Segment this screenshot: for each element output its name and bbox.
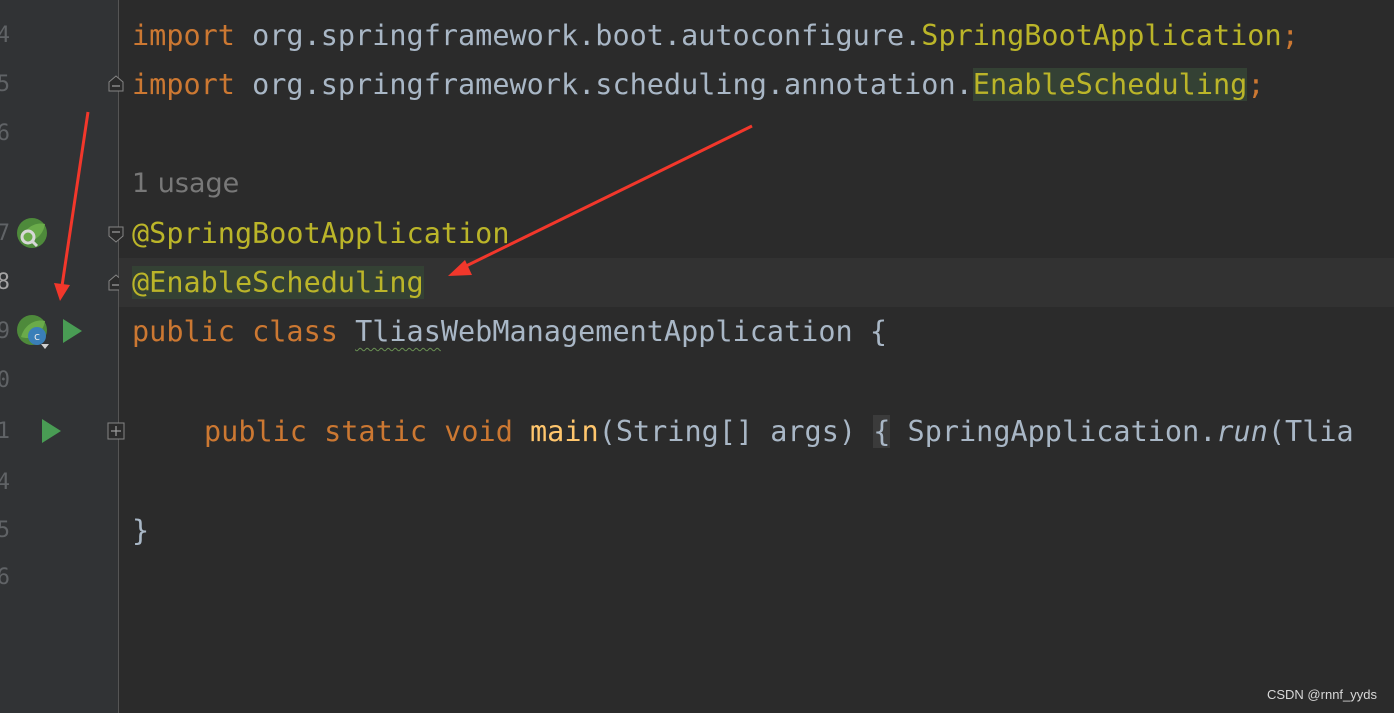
semicolon: ; bbox=[1281, 19, 1299, 52]
line-number: 0 bbox=[0, 368, 10, 393]
line-number: 4 bbox=[0, 23, 10, 48]
code-line-main-method: public static void main(String[] args) {… bbox=[204, 407, 1354, 456]
line-number: 9 bbox=[0, 319, 10, 344]
class-name: WebManagementApplication bbox=[440, 315, 853, 348]
code-editor[interactable]: 4 5 6 7 8 9 0 1 4 5 6 c import org.sprin… bbox=[0, 0, 1394, 713]
folded-brace[interactable]: { bbox=[873, 415, 891, 448]
method-body: (Tlia bbox=[1267, 415, 1354, 448]
code-line-class-declaration: public class TliasWebManagementApplicati… bbox=[132, 307, 887, 356]
svg-text:c: c bbox=[34, 330, 40, 343]
line-number: 5 bbox=[0, 518, 10, 543]
keyword: void bbox=[427, 415, 531, 448]
line-number: 6 bbox=[0, 565, 10, 590]
watermark: CSDN @rnnf_yyds bbox=[1266, 687, 1377, 702]
class-reference: SpringBootApplication bbox=[921, 19, 1282, 52]
class-reference-highlighted: EnableScheduling bbox=[972, 68, 1248, 101]
method-body: SpringApplication. bbox=[890, 415, 1217, 448]
class-name-typo: Tlias bbox=[355, 315, 441, 348]
code-line-annotation: @EnableScheduling bbox=[132, 258, 424, 307]
spring-bean-search-icon[interactable] bbox=[15, 216, 49, 250]
parameters: (String[] args) bbox=[598, 415, 874, 448]
spring-bean-run-icon[interactable]: c bbox=[15, 313, 53, 351]
code-line-import: import org.springframework.scheduling.an… bbox=[132, 60, 1265, 109]
package-path: org.springframework.scheduling.annotatio… bbox=[234, 68, 973, 101]
package-path: org.springframework.boot.autoconfigure. bbox=[234, 19, 922, 52]
code-line-close-brace: } bbox=[132, 506, 149, 555]
keyword: static bbox=[306, 415, 428, 448]
editor-gutter[interactable]: 4 5 6 7 8 9 0 1 4 5 6 c bbox=[0, 0, 125, 713]
annotation: @SpringBootApplication bbox=[132, 217, 510, 250]
brace: { bbox=[852, 315, 887, 348]
run-main-gutter-icon[interactable] bbox=[40, 418, 62, 444]
keyword: import bbox=[132, 19, 235, 52]
line-number: 5 bbox=[0, 72, 10, 97]
code-line-annotation: @SpringBootApplication bbox=[132, 209, 510, 258]
usage-hint[interactable]: 1 usage bbox=[132, 159, 239, 208]
line-number: 4 bbox=[0, 470, 10, 495]
line-number: 6 bbox=[0, 121, 10, 146]
method-name: main bbox=[530, 415, 599, 448]
line-number: 7 bbox=[0, 221, 10, 246]
line-number: 8 bbox=[0, 270, 10, 295]
keyword: public bbox=[132, 315, 235, 348]
run-gutter-icon[interactable] bbox=[61, 318, 83, 344]
brace: } bbox=[132, 514, 150, 547]
line-number: 1 bbox=[0, 419, 10, 444]
keyword: public bbox=[204, 415, 307, 448]
method-call: run bbox=[1216, 415, 1268, 448]
code-area[interactable]: import org.springframework.boot.autoconf… bbox=[119, 0, 1394, 713]
code-line-import: import org.springframework.boot.autoconf… bbox=[132, 11, 1299, 60]
semicolon: ; bbox=[1247, 68, 1265, 101]
annotation-highlighted: @EnableScheduling bbox=[132, 266, 424, 299]
keyword: class bbox=[234, 315, 356, 348]
keyword: import bbox=[132, 68, 235, 101]
